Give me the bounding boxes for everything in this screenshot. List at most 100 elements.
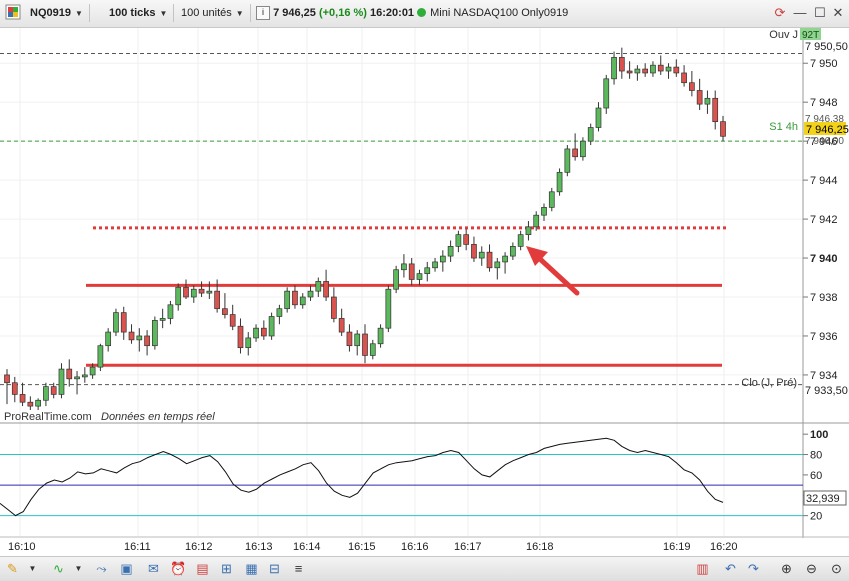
candle-body [105,331,112,347]
candle-body [81,374,88,378]
instrument-selector[interactable]: NQ0919 ▼ [30,4,90,22]
candle-body [276,308,283,317]
ticks-selector[interactable]: 100 ticks ▼ [109,4,175,22]
candle-body [525,226,532,236]
candle-body [43,386,49,401]
candle-body [268,316,275,337]
candle-body [424,267,431,274]
candle-body [463,234,470,245]
candle-body [346,331,353,347]
candle[interactable] [113,308,119,336]
info-icon[interactable]: i [256,6,270,21]
share-icon[interactable]: ⤳ [93,560,110,577]
osc-tick-label: 20 [810,511,822,523]
candle-body [136,335,143,341]
chevron-down-icon[interactable]: ▼ [70,560,87,577]
redo-icon[interactable]: ↷ [745,560,762,577]
chevron-down-icon: ▼ [159,9,168,18]
price-chart[interactable]: 7 9507 9487 9467 9447 9427 9407 9387 936… [0,28,849,538]
alert-icon[interactable]: ⏰ [170,560,187,577]
candle-body [50,386,57,395]
ouv-value: 7 950,50 [805,41,848,53]
clo-value: 7 933,50 [805,385,848,397]
candle-body [393,269,399,290]
candle[interactable] [556,168,563,196]
candle-body [338,318,345,333]
candle-body [237,325,244,349]
candle-body [323,281,329,298]
candle-body [369,343,376,356]
order-icon[interactable]: ▤ [194,560,211,577]
candle-body [229,314,236,327]
price-tick-label: 7 948 [810,97,838,109]
zoom-reset-icon[interactable]: ⊙ [828,560,845,577]
candle[interactable] [603,74,610,114]
candle-body [315,281,322,292]
ouv-badge: 92T [802,30,819,41]
price-tick-label: 7 950 [810,58,838,70]
clo-tag: Clo (J, Pré) [741,377,797,389]
candle-body [587,127,594,142]
candle-body [167,304,174,319]
candle-body [198,288,205,294]
zoom-in-icon[interactable]: ⊕ [778,560,795,577]
lock-icon[interactable]: ⊟ [266,560,283,577]
candle-body [603,78,610,109]
candle-body [416,273,423,280]
candle-body [556,171,563,193]
candle-body [206,290,213,294]
chevron-down-icon: ▼ [235,9,244,18]
live-status-icon [417,8,427,17]
time-tick-label: 16:13 [245,541,273,553]
candle-body [439,255,446,263]
candle-body [720,121,726,137]
close-icon[interactable]: ✕ [830,5,846,21]
maximize-icon[interactable]: ☐ [812,5,828,21]
screenshot-icon[interactable]: ▣ [118,560,135,577]
candle[interactable] [564,145,571,177]
candle[interactable] [393,265,399,294]
candle-body [4,374,10,384]
comment-icon[interactable]: ✉ [145,560,162,577]
s1-tag: S1 4h [769,121,798,133]
time-tick-label: 16:20 [710,541,738,553]
candle-body [401,263,407,271]
price-tick-label: 7 938 [810,292,838,304]
candle-body [190,288,197,298]
price-change: (+0,16 %) [318,7,367,19]
minimize-icon[interactable]: — [792,5,808,21]
candle-body [299,296,306,306]
zoom-out-icon[interactable]: ⊖ [803,560,820,577]
pencil-icon[interactable]: ✎ [4,560,21,577]
candle[interactable] [385,285,392,333]
candle[interactable] [268,312,275,340]
price-tick-label: 7 940 [810,253,838,265]
time-tick-label: 16:16 [401,541,429,553]
candle[interactable] [284,287,291,313]
candle-body [642,68,649,74]
units-selector[interactable]: 100 unités ▼ [181,4,251,22]
indicator-icon[interactable]: ∿ [50,560,67,577]
list-icon[interactable]: ≡ [290,560,307,577]
layout-icon[interactable]: ▦ [243,560,260,577]
candle[interactable] [152,316,158,350]
chevron-down-icon[interactable]: ▼ [24,560,41,577]
candle-body [222,308,228,315]
trading-icon[interactable]: ▥ [694,560,711,577]
candle-body [432,261,438,269]
undo-icon[interactable]: ↶ [722,560,739,577]
candle-body [478,251,485,259]
candle-body [292,290,298,306]
last-time: 16:20:01 [370,7,415,19]
candle[interactable] [97,343,104,372]
screener-icon[interactable]: ⊞ [218,560,235,577]
chart-color-icon[interactable] [5,4,21,22]
candle-body [408,263,415,280]
candle-body [657,64,664,72]
ouv-tag: Ouv J [769,29,798,41]
candle-body [245,337,252,349]
refresh-icon[interactable]: ⟳ [772,5,788,21]
candle-body [97,345,104,368]
price-tick-label: 7 942 [810,214,838,226]
candle-body [183,286,189,298]
